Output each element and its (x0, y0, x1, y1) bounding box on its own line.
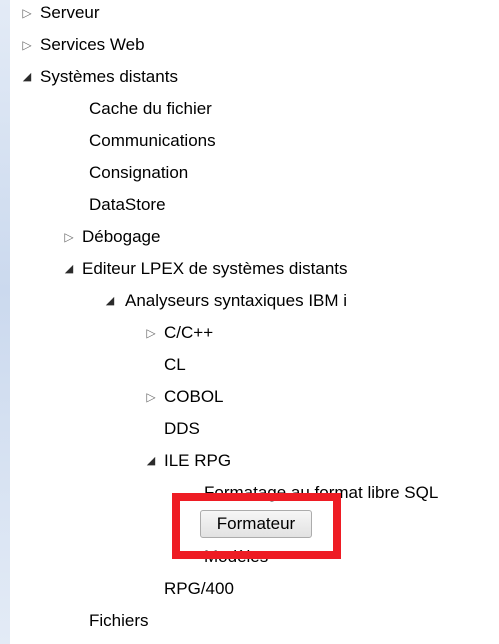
tree-item-label: DDS (164, 419, 200, 438)
expanded-arrow-icon[interactable]: ◢ (62, 253, 76, 285)
tree-item-label: Systèmes distants (40, 67, 178, 86)
tree-item-label: Consignation (89, 163, 189, 182)
expanded-arrow-icon[interactable]: ◢ (144, 445, 158, 477)
tree-item-label: Editeur LPEX de systèmes distants (82, 259, 348, 278)
tree-item-label: COBOL (164, 387, 224, 406)
collapsed-arrow-icon[interactable]: ▷ (144, 317, 158, 349)
tree-item-label: CL (164, 355, 186, 374)
tree-item-label: ILE RPG (164, 451, 232, 470)
tree-item-label: Fichiers (89, 611, 149, 630)
collapsed-arrow-icon[interactable]: ▷ (144, 381, 158, 413)
tree-item-label: Analyseurs syntaxiques IBM i (125, 291, 348, 310)
tree-item-label: Communications (89, 131, 216, 150)
window-edge (0, 0, 10, 644)
expanded-arrow-icon[interactable]: ◢ (20, 61, 34, 93)
collapsed-arrow-icon[interactable]: ▷ (62, 221, 76, 253)
tree-item-label: Serveur (40, 3, 100, 22)
tree-item-label: Services Web (40, 35, 145, 54)
formateur-button[interactable]: Formateur (200, 510, 312, 538)
tree-item-label: Cache du fichier (89, 99, 212, 118)
tree-item-label: Débogage (82, 227, 161, 246)
collapsed-arrow-icon[interactable]: ▷ (20, 29, 34, 61)
tree-item-label: RPG/400 (164, 579, 234, 598)
expanded-arrow-icon[interactable]: ◢ (103, 285, 117, 317)
tree-item-label: C/C++ (164, 323, 214, 342)
collapsed-arrow-icon[interactable]: ▷ (20, 0, 34, 29)
tree-item-label: DataStore (89, 195, 166, 214)
